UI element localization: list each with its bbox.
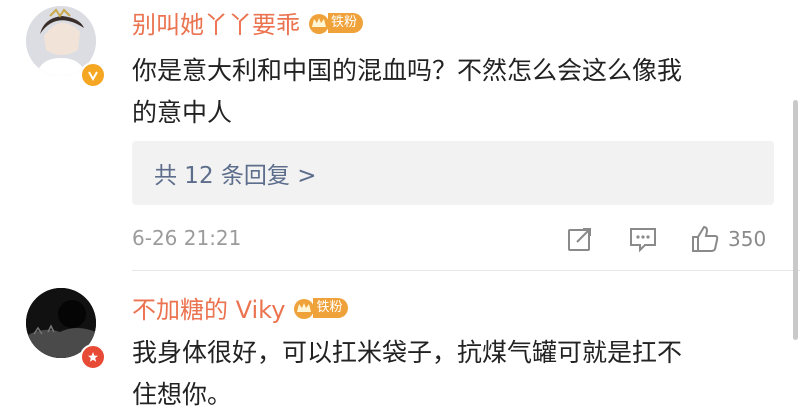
fan-badge[interactable]: 铁粉 [291, 297, 349, 319]
comment-button[interactable] [628, 222, 658, 256]
like-button[interactable]: 350 [690, 222, 766, 256]
comment-icon [630, 228, 656, 253]
comment-text-line: 我身体很好，可以扛米袋子，抗煤气罐可就是扛不 [132, 338, 683, 367]
comment-item: 别叫她丫丫要乖 铁粉 你是意大利和中国的混血吗？不然怎么会这么像我 的意中人 共… [0, 0, 800, 271]
scrollbar[interactable] [793, 100, 798, 340]
fan-badge-label: 铁粉 [313, 297, 349, 318]
username-text[interactable]: 不加糖的 Viky [132, 290, 285, 325]
comment-text: 我身体很好，可以扛米袋子，抗煤气罐可就是扛不 住想你。 [132, 332, 772, 416]
comment-text-line: 你是意大利和中国的混血吗？不然怎么会这么像我 [132, 56, 683, 85]
like-count: 350 [728, 227, 767, 251]
repost-icon [568, 228, 591, 251]
comment-text: 你是意大利和中国的混血吗？不然怎么会这么像我 的意中人 [132, 50, 772, 134]
username[interactable]: 不加糖的 Viky 铁粉 [132, 290, 349, 325]
username-text[interactable]: 别叫她丫丫要乖 [132, 5, 300, 40]
comment-text-line: 的意中人 [132, 98, 233, 127]
verified-v-icon [80, 62, 106, 88]
repost-button[interactable] [566, 222, 594, 256]
view-replies-link[interactable]: 共 12 条回复 > [132, 141, 774, 205]
red-star-badge-icon [80, 344, 106, 370]
comment-item: 不加糖的 Viky 铁粉 我身体很好，可以扛米袋子，抗煤气罐可就是扛不 住想你。 [0, 270, 800, 419]
fan-badge-label: 铁粉 [328, 12, 364, 33]
thumbs-up-icon [692, 225, 719, 252]
timestamp: 6-26 21:21 [132, 226, 242, 250]
comment-text-line: 住想你。 [132, 380, 233, 409]
fan-badge[interactable]: 铁粉 [306, 12, 364, 34]
username[interactable]: 别叫她丫丫要乖 铁粉 [132, 5, 364, 40]
